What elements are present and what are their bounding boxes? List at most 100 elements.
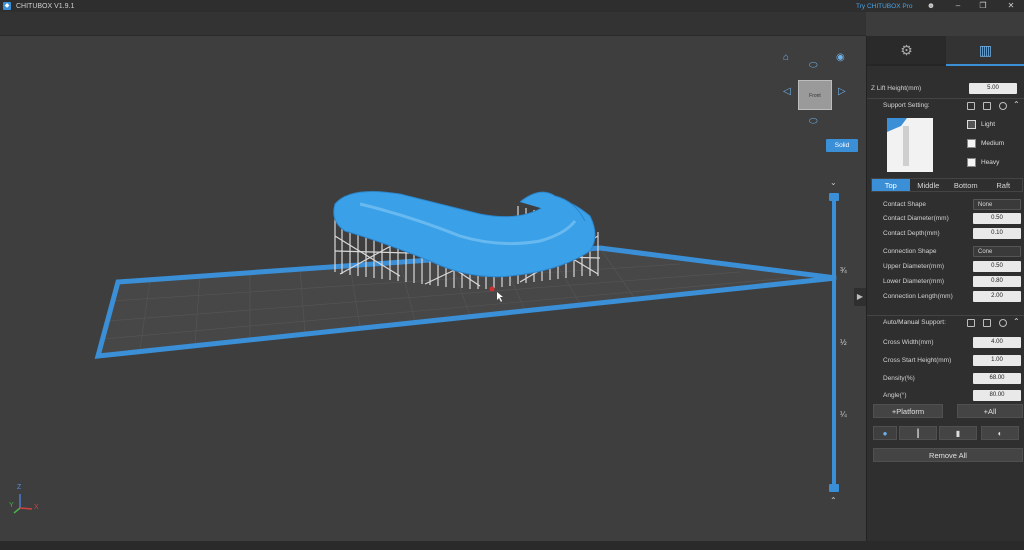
try-pro-link[interactable]: Try CHITUBOX Pro xyxy=(856,3,912,10)
light-option[interactable]: Light xyxy=(967,120,995,129)
cross-width-input[interactable]: 4.00 xyxy=(973,336,1021,348)
scene-svg xyxy=(13,191,837,514)
user-icon[interactable]: ☻ xyxy=(923,0,939,12)
app-title: CHITUBOX V1.9.1 xyxy=(16,2,75,10)
edit-icon[interactable] xyxy=(983,102,991,110)
toolbar xyxy=(0,12,866,36)
rotate-down-icon[interactable]: ⬭ xyxy=(809,116,818,127)
cross-width-label: Cross Width(mm) xyxy=(883,338,934,346)
heavy-checkbox[interactable] xyxy=(967,158,976,167)
layer-slider-top-handle[interactable] xyxy=(829,193,839,201)
contact-shape-row: Contact Shape None xyxy=(867,197,1024,211)
auto-refresh-icon[interactable] xyxy=(999,319,1007,327)
medium-checkbox[interactable] xyxy=(967,139,976,148)
cross-start-label: Cross Start Height(mm) xyxy=(883,356,952,364)
slider-down-chevron-icon[interactable]: ⌃ xyxy=(830,496,837,505)
settings-tab[interactable]: ⚙ xyxy=(867,36,946,66)
contact-diameter-input[interactable]: 0.50 xyxy=(973,212,1021,224)
contact-depth-row: Contact Depth(mm) 0.10 xyxy=(867,226,1024,240)
auto-manual-header: Auto/Manual Support: ⌃ xyxy=(867,315,1024,329)
title-bar: ◆ CHITUBOX V1.9.1 Try CHITUBOX Pro ☻ – ❐… xyxy=(0,0,1024,12)
light-checkbox[interactable] xyxy=(967,120,976,129)
medium-option[interactable]: Medium xyxy=(967,139,1004,148)
lower-diameter-label: Lower Diameter(mm) xyxy=(883,277,945,285)
density-input[interactable]: 68.00 xyxy=(973,372,1021,384)
view-cube[interactable]: Front xyxy=(798,80,832,110)
upper-diameter-row: Upper Diameter(mm) 0.50 xyxy=(867,259,1024,273)
upper-diameter-label: Upper Diameter(mm) xyxy=(883,262,945,270)
heavy-option[interactable]: Heavy xyxy=(967,158,999,167)
eye-icon[interactable]: ● xyxy=(873,426,897,440)
lower-diameter-input[interactable]: 0.80 xyxy=(973,275,1021,287)
cross-start-row: Cross Start Height(mm) 1.00 xyxy=(867,353,1024,367)
point-support-icon[interactable]: ▮ xyxy=(939,426,977,440)
angle-row: Angle(°) 80.00 xyxy=(867,388,1024,402)
close-icon[interactable]: ✕ xyxy=(1003,0,1019,12)
tab-bottom[interactable]: Bottom xyxy=(947,179,985,191)
tab-middle[interactable]: Middle xyxy=(910,179,948,191)
contact-depth-label: Contact Depth(mm) xyxy=(883,229,940,237)
contact-shape-select[interactable]: None xyxy=(973,198,1021,210)
perspective-icon[interactable]: ◉ xyxy=(836,52,845,63)
minimize-icon[interactable]: – xyxy=(950,0,966,12)
3d-viewport[interactable]: Z Y X ⌂ ◉ ⬭ ◁ ▷ ⬭ xyxy=(0,36,866,550)
z-lift-label: Z Lift Height(mm) xyxy=(871,84,922,92)
angle-input[interactable]: 80.00 xyxy=(973,389,1021,401)
upper-diameter-input[interactable]: 0.50 xyxy=(973,260,1021,272)
z-lift-row: Z Lift Height(mm) 5.00 xyxy=(867,81,1024,95)
contact-diameter-row: Contact Diameter(mm) 0.50 xyxy=(867,211,1024,225)
rotate-up-icon[interactable]: ⬭ xyxy=(809,60,818,71)
tab-raft[interactable]: Raft xyxy=(985,179,1023,191)
support-tab[interactable]: ▥ xyxy=(946,36,1024,66)
add-all-button[interactable]: +All xyxy=(957,404,1023,418)
line-support-icon[interactable]: ┃ xyxy=(899,426,937,440)
density-label: Density(%) xyxy=(883,374,915,382)
heavy-label: Heavy xyxy=(981,159,1000,166)
connection-shape-select[interactable]: Cone xyxy=(973,245,1021,257)
status-bar xyxy=(0,541,1024,550)
auto-manual-label: Auto/Manual Support: xyxy=(883,319,946,326)
node-support-icon[interactable]: ◐ xyxy=(981,426,1019,440)
connection-length-label: Connection Length(mm) xyxy=(883,292,953,300)
axis-z-label: Z xyxy=(17,484,22,491)
contact-shape-label: Contact Shape xyxy=(883,200,927,208)
connection-shape-row: Connection Shape Cone xyxy=(867,244,1024,258)
add-platform-button[interactable]: +Platform xyxy=(873,404,943,418)
auto-edit-icon[interactable] xyxy=(983,319,991,327)
solid-toggle-button[interactable]: Solid xyxy=(826,139,858,152)
refresh-icon[interactable] xyxy=(999,102,1007,110)
support-section-tabs: Top Middle Bottom Raft xyxy=(871,178,1023,192)
lower-diameter-row: Lower Diameter(mm) 0.80 xyxy=(867,274,1024,288)
remove-all-button[interactable]: Remove All xyxy=(873,448,1023,462)
slider-up-chevron-icon[interactable]: ⌄ xyxy=(830,178,837,187)
panel-tabs: ⚙ ▥ xyxy=(867,36,1024,66)
slider-label-three-quarter: ¾ xyxy=(840,266,847,275)
history-icon[interactable] xyxy=(967,102,975,110)
layer-slider-track[interactable] xyxy=(832,196,836,488)
support-point-marker xyxy=(489,286,495,292)
restore-icon[interactable]: ❐ xyxy=(975,0,991,12)
z-lift-input[interactable]: 5.00 xyxy=(969,82,1017,94)
connection-length-row: Connection Length(mm) 2.00 xyxy=(867,289,1024,303)
rotate-right-icon[interactable]: ▷ xyxy=(838,86,846,97)
gear-icon: ⚙ xyxy=(900,41,913,58)
collapse-panel-arrow-icon[interactable]: ▶ xyxy=(854,288,866,306)
collapse-section-icon[interactable]: ⌃ xyxy=(1013,100,1020,109)
tab-top[interactable]: Top xyxy=(872,179,910,191)
contact-depth-input[interactable]: 0.10 xyxy=(973,227,1021,239)
home-view-icon[interactable]: ⌂ xyxy=(783,52,789,63)
support-preview-image xyxy=(887,118,933,172)
auto-collapse-icon[interactable]: ⌃ xyxy=(1013,317,1020,326)
cross-width-row: Cross Width(mm) 4.00 xyxy=(867,335,1024,349)
rotate-left-icon[interactable]: ◁ xyxy=(783,86,791,97)
slider-label-half: ½ xyxy=(840,338,847,347)
chitubox-window: ◆ CHITUBOX V1.9.1 Try CHITUBOX Pro ☻ – ❐… xyxy=(0,0,1024,550)
axis-x-label: X xyxy=(34,504,39,511)
angle-label: Angle(°) xyxy=(883,391,907,399)
auto-history-icon[interactable] xyxy=(967,319,975,327)
support-setting-label: Support Setting: xyxy=(883,102,930,109)
axis-y-label: Y xyxy=(9,502,14,509)
layer-slider-bottom-handle[interactable] xyxy=(829,484,839,492)
cross-start-input[interactable]: 1.00 xyxy=(973,354,1021,366)
connection-length-input[interactable]: 2.00 xyxy=(973,290,1021,302)
